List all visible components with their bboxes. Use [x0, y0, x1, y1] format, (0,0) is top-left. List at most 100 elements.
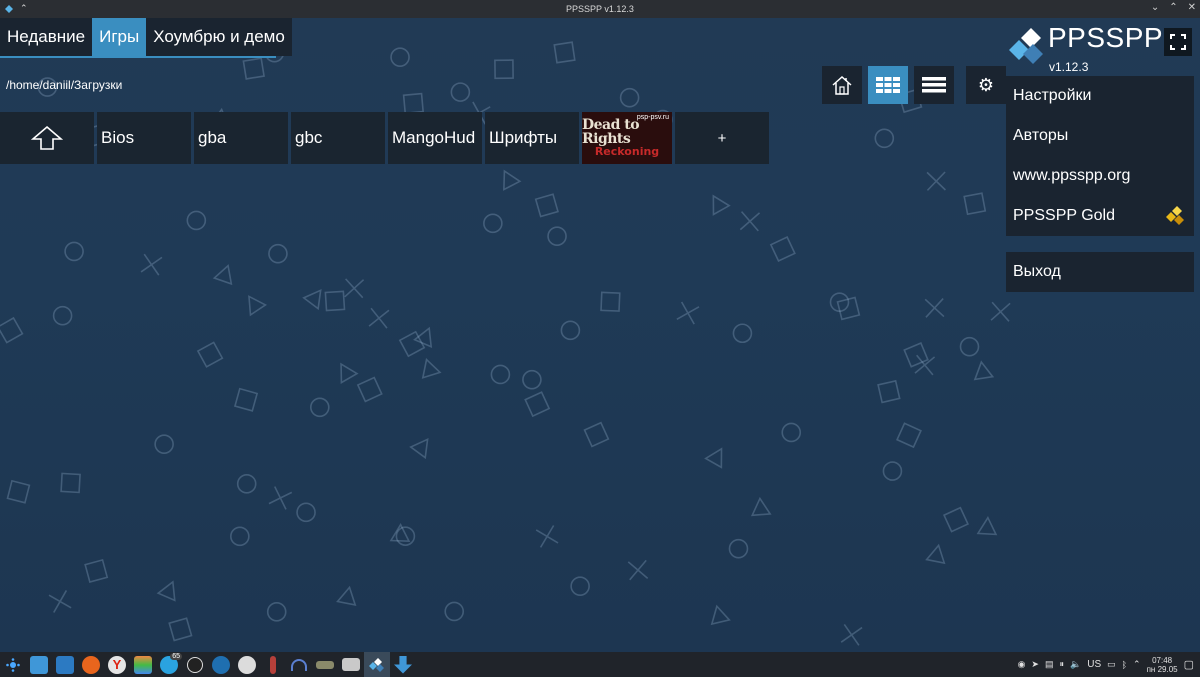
volume-icon[interactable]: 🔈 [1070, 659, 1081, 670]
current-path: /home/daniil/Загрузки [6, 78, 123, 92]
minimize-icon[interactable]: ⌄ [1151, 2, 1159, 13]
home-button[interactable] [822, 66, 862, 104]
background-symbol [421, 358, 442, 379]
tool-icon [270, 655, 276, 674]
background-symbol [0, 316, 24, 344]
fullscreen-button[interactable] [1164, 28, 1192, 56]
maximize-icon[interactable]: ⌃ [1169, 2, 1177, 13]
background-symbol [524, 391, 551, 418]
taskbar-obs[interactable] [182, 652, 208, 677]
clipboard-icon[interactable]: ▤ [1045, 659, 1054, 670]
taskbar-steam[interactable] [234, 652, 260, 677]
background-symbol [750, 496, 772, 517]
menu-credits[interactable]: Авторы [1006, 116, 1194, 156]
view-toolbar: ⚙ [822, 66, 1006, 104]
folder-item[interactable]: gba [194, 112, 288, 164]
updates-icon[interactable]: ◉ [1018, 659, 1026, 670]
telegram-tray-icon[interactable]: ➤ [1031, 659, 1039, 670]
background-symbol [926, 171, 946, 191]
tab-homebrew[interactable]: Хоумбрю и демо [146, 18, 292, 56]
background-symbol [959, 336, 980, 357]
tab-recent[interactable]: Недавние [0, 18, 93, 56]
launcher-icon [6, 657, 20, 672]
background-symbol [444, 601, 465, 622]
ppsspp-main: Недавние Игры Хоумбрю и демо /home/danii… [0, 18, 1200, 652]
background-symbol [196, 341, 224, 368]
tab-games[interactable]: Игры [92, 18, 147, 56]
exit-button[interactable]: Выход [1006, 252, 1194, 292]
brand-name: PPSSPP [1048, 22, 1164, 53]
taskbar-files[interactable] [26, 652, 52, 677]
taskbar-layers[interactable] [130, 652, 156, 677]
taskbar-ppsspp[interactable] [364, 652, 390, 677]
game-thumbnail[interactable]: psp-psv.ru Dead to Rights Reckoning [582, 112, 672, 164]
background-symbol [914, 354, 936, 376]
background-symbol [712, 194, 731, 216]
taskbar-monitor[interactable] [338, 652, 364, 677]
background-symbol [6, 479, 31, 504]
taskbar-store[interactable] [52, 652, 78, 677]
menu-settings[interactable]: Настройки [1006, 76, 1194, 116]
parent-folder-button[interactable] [0, 112, 94, 164]
monitor-icon [342, 658, 360, 671]
app-icon [5, 4, 13, 13]
background-symbol [739, 211, 761, 232]
background-symbol [942, 506, 969, 533]
taskbar-yandex[interactable]: Y [104, 652, 130, 677]
close-icon[interactable]: ✕ [1188, 2, 1196, 13]
settings-button[interactable]: ⚙ [966, 66, 1006, 104]
menu-gold[interactable]: PPSSPP Gold [1006, 196, 1194, 236]
thumbnail-watermark: psp-psv.ru [636, 114, 669, 121]
folder-label: gbc [295, 128, 323, 147]
tab-underline [0, 56, 276, 58]
background-symbol [309, 397, 330, 418]
taskbar-game[interactable] [312, 652, 338, 677]
taskbar-downloads[interactable] [390, 652, 416, 677]
background-symbol [874, 128, 895, 149]
background-symbol [522, 369, 542, 390]
list-view-icon [922, 77, 946, 93]
background-symbol [553, 41, 576, 64]
list-view-button[interactable] [914, 66, 954, 104]
bluetooth-icon[interactable]: ᛒ [1122, 660, 1127, 670]
taskbar-telegram[interactable]: 65 [156, 652, 182, 677]
expand-tray-icon[interactable]: ⌃ [1133, 659, 1141, 670]
background-symbol [402, 92, 425, 115]
exit-label: Выход [1013, 263, 1061, 280]
folder-label: MangoHud [392, 128, 476, 147]
taskbar-firefox[interactable] [78, 652, 104, 677]
keep-above-icon[interactable]: ⌃ [20, 3, 28, 14]
background-symbol [168, 617, 193, 642]
folder-item[interactable]: Шрифты [485, 112, 579, 164]
taskbar-tool[interactable] [260, 652, 286, 677]
grid-view-button[interactable] [868, 66, 908, 104]
folder-item[interactable]: Bios [97, 112, 191, 164]
download-icon [394, 655, 412, 674]
background-symbol [368, 307, 390, 329]
folder-item[interactable]: gbc [291, 112, 385, 164]
background-symbol [704, 447, 723, 469]
game-icon [316, 660, 334, 669]
fullscreen-icon [1170, 34, 1186, 50]
menu-website[interactable]: www.ppsspp.org [1006, 156, 1194, 196]
background-symbol [732, 323, 753, 344]
taskbar-app[interactable] [208, 652, 234, 677]
background-symbol [627, 559, 649, 581]
media-icon[interactable]: ⏸ [1059, 659, 1064, 670]
add-folder-button[interactable]: + [675, 112, 769, 164]
background-symbol [882, 461, 903, 481]
layers-icon [134, 655, 152, 674]
background-symbol [395, 526, 416, 546]
display-icon[interactable]: ▭ [1107, 659, 1116, 670]
app-launcher-button[interactable] [0, 652, 26, 677]
background-symbol [52, 305, 73, 326]
keyboard-layout[interactable]: US [1087, 659, 1101, 670]
background-symbol [296, 502, 316, 523]
show-desktop-icon[interactable]: ▢ [1184, 658, 1194, 671]
background-symbol [344, 278, 365, 299]
taskbar-audio[interactable] [286, 652, 312, 677]
clock[interactable]: 07:48 пн 29.05 [1147, 656, 1178, 674]
background-symbol [781, 422, 802, 443]
background-symbol [268, 243, 288, 264]
folder-item[interactable]: MangoHud [388, 112, 482, 164]
